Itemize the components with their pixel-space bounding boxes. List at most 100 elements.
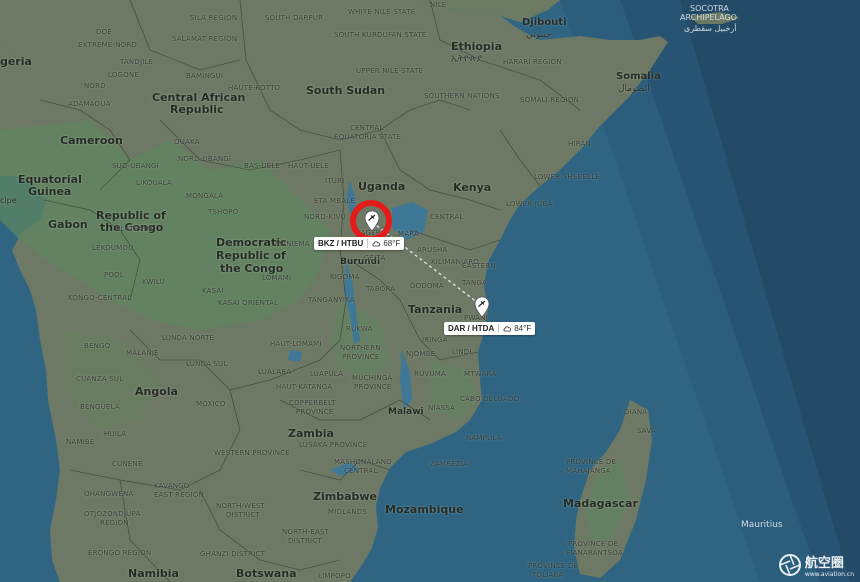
region-label-iringa: IRINGA — [422, 336, 448, 344]
region-label-north-east-1: NORTH-EAST — [282, 528, 330, 536]
country-label-somalia: Somalia — [616, 71, 661, 82]
region-label-kavango-east: EAST REGION — [154, 491, 204, 499]
region-label-mtwara: MTWARA — [464, 370, 497, 378]
country-label-djibouti-script: جيبوتي — [526, 30, 552, 40]
island-label-socotra-1: SOCOTRA — [690, 4, 729, 13]
country-label-zimbabwe: Zimbabwe — [313, 490, 378, 503]
region-label-ruvuma: RUVUMA — [414, 370, 446, 378]
region-label-maniema: MANIEMA — [275, 240, 310, 248]
region-label-mahajanga-1: PROVINCE DE — [566, 458, 617, 466]
region-label-mashonaland-2: CENTRAL — [344, 467, 378, 475]
region-label-luapula: LUAPULA — [310, 370, 344, 378]
region-label-lindi: LINDI — [452, 348, 472, 356]
region-label-huila: HUILA — [104, 430, 127, 438]
region-label-north-west-2: DISTRICT — [226, 511, 260, 519]
weather-readout: 68°F — [372, 239, 400, 248]
region-label-lusaka: LUSAKA PROVINCE — [299, 441, 368, 449]
weather-temp: 84°F — [514, 324, 532, 333]
country-label-kenya: Kenya — [453, 181, 492, 194]
airport-tag-bkz[interactable]: BKZ / HTBU 68°F — [314, 237, 405, 250]
region-label-equatoria-state: EQUATORIA STATE — [334, 133, 402, 141]
region-label-northern-2: PROVINCE — [342, 353, 380, 361]
region-label-nampula: NAMPULA — [466, 434, 502, 442]
divider — [498, 324, 500, 333]
region-label-cabo-delgado: CABO DELGADO — [460, 395, 520, 403]
region-label-njombe: NJOMBE — [406, 350, 436, 358]
region-label-bamingui: BAMINGUI — [186, 72, 224, 80]
country-label-ethiopia: Ethiopia — [451, 40, 502, 53]
region-label-kwilu: KWILU — [142, 278, 166, 286]
region-label-mongala: MONGALA — [186, 192, 224, 200]
country-label-principe: cipe — [0, 196, 17, 205]
region-label-muchinga-1: MUCHINGA — [352, 374, 393, 382]
island-label-socotra-2: ARCHIPELAGO — [680, 13, 737, 22]
region-label-lualaba: LUALABA — [258, 368, 292, 376]
region-label-tandjile: TANDJILÉ — [120, 58, 154, 66]
country-label-madagascar: Madagascar — [563, 497, 638, 510]
airport-pin-icon[interactable] — [364, 210, 380, 232]
region-label-tabora: TABORA — [366, 285, 396, 293]
region-label-namibe: NAMIBE — [66, 438, 95, 446]
region-label-harari: HARARI REGION — [503, 58, 562, 66]
region-label-kigoma: KIGOMA — [330, 273, 360, 281]
country-label-botswana: Botswana — [236, 567, 297, 580]
watermark-text: 航空圈 — [804, 556, 844, 571]
region-label-northern-1: NORTHERN — [340, 344, 381, 352]
region-label-kilimanjaro: KILIMANJARO — [431, 258, 479, 266]
region-label-benguela: BENGUELA — [80, 403, 120, 411]
region-label-sila: SILA REGION — [190, 14, 238, 22]
region-label-rukwa: RUKWA — [346, 325, 373, 333]
weather-temp: 68°F — [383, 239, 401, 248]
region-label-bengo: BENGO — [84, 342, 111, 350]
region-label-tshopo: TSHOPO — [208, 208, 239, 216]
region-label-haute-kotto: HAUTE-KOTTO — [228, 84, 281, 92]
region-label-upper-nile: UPPER NILE STATE — [356, 67, 424, 75]
region-label-mashonaland-1: MASHONALAND — [334, 458, 392, 466]
region-label-south-darfur: SOUTH DARFUR — [265, 14, 324, 22]
region-label-kavango: KAVANGO — [154, 482, 190, 490]
region-label-logone: LOGONE — [108, 71, 139, 79]
divider — [367, 239, 369, 248]
cloud-icon — [503, 326, 512, 332]
country-label-south-sudan: South Sudan — [306, 84, 386, 97]
region-label-lunda-norte: LUNDA NORTE — [162, 334, 215, 342]
watermark: 航空圈 www.aviation.cn — [778, 552, 854, 578]
country-label-cameroon: Cameroon — [60, 134, 123, 147]
region-label-nile: NILE — [430, 1, 447, 9]
region-label-bas-uele: BAS-UELE — [244, 162, 281, 170]
country-label-angola: Angola — [135, 385, 178, 398]
region-label-north-west-1: NORTH-WEST — [216, 502, 265, 510]
region-label-white-nile: WHITE NILE STATE — [348, 8, 416, 16]
flight-map[interactable]: geria Central African Republic South Sud… — [0, 0, 860, 582]
region-label-cunene: CUNENE — [112, 460, 143, 468]
region-label-toliara-1: PROVINCE DE — [528, 562, 579, 570]
country-label-eq-guinea-2: Guinea — [28, 185, 72, 198]
region-label-ituri: ITURI — [325, 177, 345, 185]
region-label-lomami: LOMAMI — [262, 274, 292, 282]
region-label-mahajanga-2: MAHAJANGA — [566, 467, 611, 475]
region-label-haut-lomami: HAUT-LOMAMI — [270, 340, 322, 348]
region-label-north-east-2: DISTRICT — [288, 537, 322, 545]
country-label-gabon: Gabon — [48, 218, 88, 231]
region-label-diana: DIANA — [624, 408, 648, 416]
region-label-nord-ubangi: NORD-UBANGI — [178, 155, 232, 163]
airport-tag-dar[interactable]: DAR / HTDA 84°F — [444, 322, 536, 335]
region-label-kongo-central: KONGO-CENTRAL — [68, 294, 132, 302]
country-label-tanzania: Tanzania — [408, 303, 463, 316]
country-label-uganda: Uganda — [358, 180, 406, 193]
country-label-drc-2: Republic of — [216, 249, 286, 262]
camera-aperture-icon — [778, 554, 801, 576]
region-label-muchinga-2: PROVINCE — [354, 383, 392, 391]
region-label-ouaka: OUAKA — [174, 138, 200, 146]
region-label-copperbelt-1: COPPERBELT — [289, 399, 336, 407]
cloud-icon — [372, 241, 381, 247]
region-label-pool: POOL — [104, 271, 124, 279]
region-label-kasai: KASAI — [202, 287, 224, 295]
region-label-tanganyika: TANGANYIKA — [308, 296, 355, 304]
region-label-kasai-oriental: KASAI ORIENTAL — [218, 299, 279, 307]
region-label-arusha: ARUSHA — [417, 246, 448, 254]
airport-pin-icon[interactable] — [474, 296, 490, 318]
region-label-somali: SOMALI REGION — [520, 96, 580, 104]
watermark-subtext: www.aviation.cn — [804, 571, 854, 578]
region-label-zambezia: ZAMBÉZIA — [430, 460, 469, 468]
